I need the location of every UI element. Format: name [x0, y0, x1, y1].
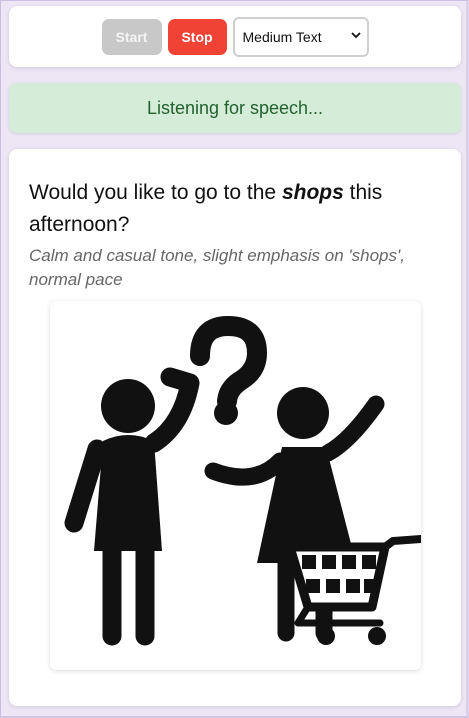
text-size-select[interactable]: Medium Text: [232, 16, 369, 57]
illustration-svg: [64, 315, 421, 646]
status-banner: Listening for speech...: [9, 83, 461, 133]
phrase-illustration: [50, 301, 421, 670]
phrase-card: Would you like to go to the shops this a…: [9, 149, 461, 706]
phrase-before: Would you like to go to the: [29, 181, 282, 204]
shopping-cart-icon: [285, 535, 421, 645]
phrase-emphasis: shops: [281, 181, 344, 204]
control-bar: Start Stop Medium Text: [9, 6, 461, 67]
stop-button[interactable]: Stop: [167, 18, 227, 55]
status-text: Listening for speech...: [146, 97, 324, 118]
question-mark-icon: [190, 315, 268, 425]
text-size-select-wrapper: Medium Text: [232, 16, 369, 57]
phrase-text: Would you like to go to the shops this a…: [29, 177, 429, 241]
start-button[interactable]: Start: [101, 18, 162, 55]
tone-note: Calm and casual tone, slight emphasis on…: [29, 246, 405, 289]
person-icon: [64, 367, 200, 646]
